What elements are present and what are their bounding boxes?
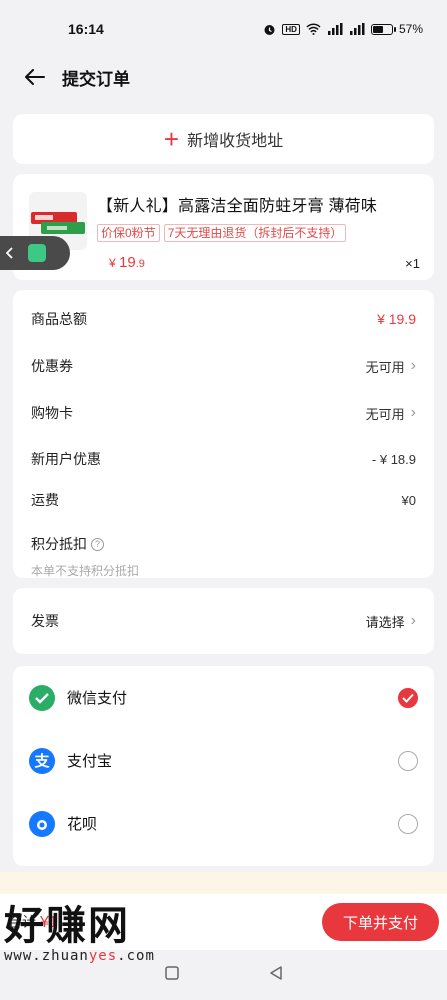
add-address-button[interactable]: + 新增收货地址 <box>13 114 434 164</box>
gift-card-label: 购物卡 <box>31 405 73 421</box>
new-user-discount-label: 新用户优惠 <box>31 451 101 467</box>
shipping-label: 运费 <box>31 492 59 508</box>
floating-side-tab[interactable] <box>0 236 70 270</box>
home-icon[interactable] <box>164 965 179 985</box>
points-label: 积分抵扣 <box>31 536 87 552</box>
help-icon[interactable]: ? <box>91 538 104 552</box>
points-hint: 本单不支持积分抵扣 <box>31 564 140 578</box>
watermark-url-mid: yes <box>88 948 118 964</box>
plus-icon: + <box>163 124 180 154</box>
radio-selected[interactable] <box>398 687 418 708</box>
goods-total-value: ¥ 19.9 <box>377 311 416 327</box>
notice-strip <box>0 872 447 894</box>
battery-icon <box>370 23 396 35</box>
invoice-row[interactable]: 发票 请选择 › <box>13 588 434 654</box>
back-button[interactable] <box>22 64 48 90</box>
new-user-discount-value: - ¥ 18.9 <box>371 451 416 467</box>
header: 提交订单 <box>0 58 447 96</box>
huabei-label: 花呗 <box>67 816 98 833</box>
status-time: 16:14 <box>68 21 104 37</box>
chevron-right-icon: › <box>410 404 416 421</box>
chevron-right-icon: › <box>410 357 416 374</box>
chevron-right-icon: › <box>410 612 416 629</box>
status-icons: HD 57% <box>263 22 423 36</box>
invoice-value: 请选择 <box>365 614 405 630</box>
tag-price-protect: 价保0粉节 <box>97 224 160 242</box>
back-triangle-icon[interactable] <box>269 965 283 985</box>
alipay-label: 支付宝 <box>67 753 113 770</box>
radio-unselected[interactable] <box>398 750 418 771</box>
wechat-pay-icon <box>29 684 55 711</box>
pay-alipay[interactable]: 支 支付宝 <box>29 729 418 792</box>
page-title: 提交订单 <box>62 69 130 89</box>
gift-card-value: 无可用 <box>365 406 405 422</box>
shipping-value: ¥0 <box>401 492 416 508</box>
watermark-url-post: .com <box>117 948 155 964</box>
watermark: 好赚网 www.zhuanyes.com <box>4 904 155 964</box>
row-goods-total: 商品总额 ¥ 19.9 <box>31 294 416 344</box>
product-quantity: ×1 <box>405 256 420 271</box>
alarm-icon <box>263 23 276 36</box>
watermark-url-pre: www.zhuan <box>4 948 89 964</box>
row-gift-card[interactable]: 购物卡 无可用 › <box>31 388 416 438</box>
watermark-url: www.zhuanyes.com <box>4 948 155 964</box>
price-decimal: .9 <box>135 258 145 270</box>
coupon-label: 优惠券 <box>31 358 73 374</box>
submit-order-button[interactable]: 下单并支付 <box>322 903 439 941</box>
wifi-icon <box>306 23 321 35</box>
payment-methods: 微信支付 支 支付宝 花呗 <box>13 666 434 866</box>
pay-huabei[interactable]: 花呗 <box>29 792 418 855</box>
hd-icon: HD <box>282 23 300 35</box>
signal-icon <box>327 23 343 35</box>
product-price: ¥ 19.9 <box>109 254 145 271</box>
order-summary: 商品总额 ¥ 19.9 优惠券 无可用 › 购物卡 无可用 › 新用户优惠 - ¥ … <box>13 290 434 578</box>
arrow-left-icon <box>25 69 45 85</box>
product-card: 【新人礼】高露洁全面防蛀牙膏 薄荷味 价保0粉节 7天无理由退货（拆封后不支持）… <box>13 174 434 280</box>
row-coupon[interactable]: 优惠券 无可用 › <box>31 344 416 388</box>
price-integer: 19 <box>119 254 136 271</box>
battery-text: 57% <box>398 22 423 36</box>
row-new-user-discount: 新用户优惠 - ¥ 18.9 <box>31 438 416 480</box>
signal-icon-2 <box>349 23 365 35</box>
status-bar: 16:14 HD 57% <box>0 0 447 58</box>
pay-wechat[interactable]: 微信支付 <box>29 666 418 729</box>
row-shipping: 运费 ¥0 <box>31 480 416 520</box>
price-symbol: ¥ <box>109 256 116 270</box>
chevron-left-icon <box>6 247 13 259</box>
goods-total-label: 商品总额 <box>31 311 87 327</box>
huabei-icon <box>29 810 55 837</box>
invoice-label: 发票 <box>31 613 59 629</box>
coupon-value: 无可用 <box>365 359 405 375</box>
tag-return-policy: 7天无理由退货（拆封后不支持） <box>163 224 347 242</box>
watermark-title: 好赚网 <box>4 903 130 949</box>
app-icon <box>28 244 46 262</box>
add-address-label: 新增收货地址 <box>187 133 284 150</box>
alipay-icon: 支 <box>29 747 55 774</box>
points-section: 积分抵扣? 本单不支持积分抵扣 <box>31 534 416 579</box>
radio-unselected[interactable] <box>398 813 418 834</box>
product-tags: 价保0粉节 7天无理由退货（拆封后不支持） <box>97 224 420 242</box>
wechat-pay-label: 微信支付 <box>67 690 128 707</box>
product-title: 【新人礼】高露洁全面防蛀牙膏 薄荷味 <box>97 198 378 215</box>
